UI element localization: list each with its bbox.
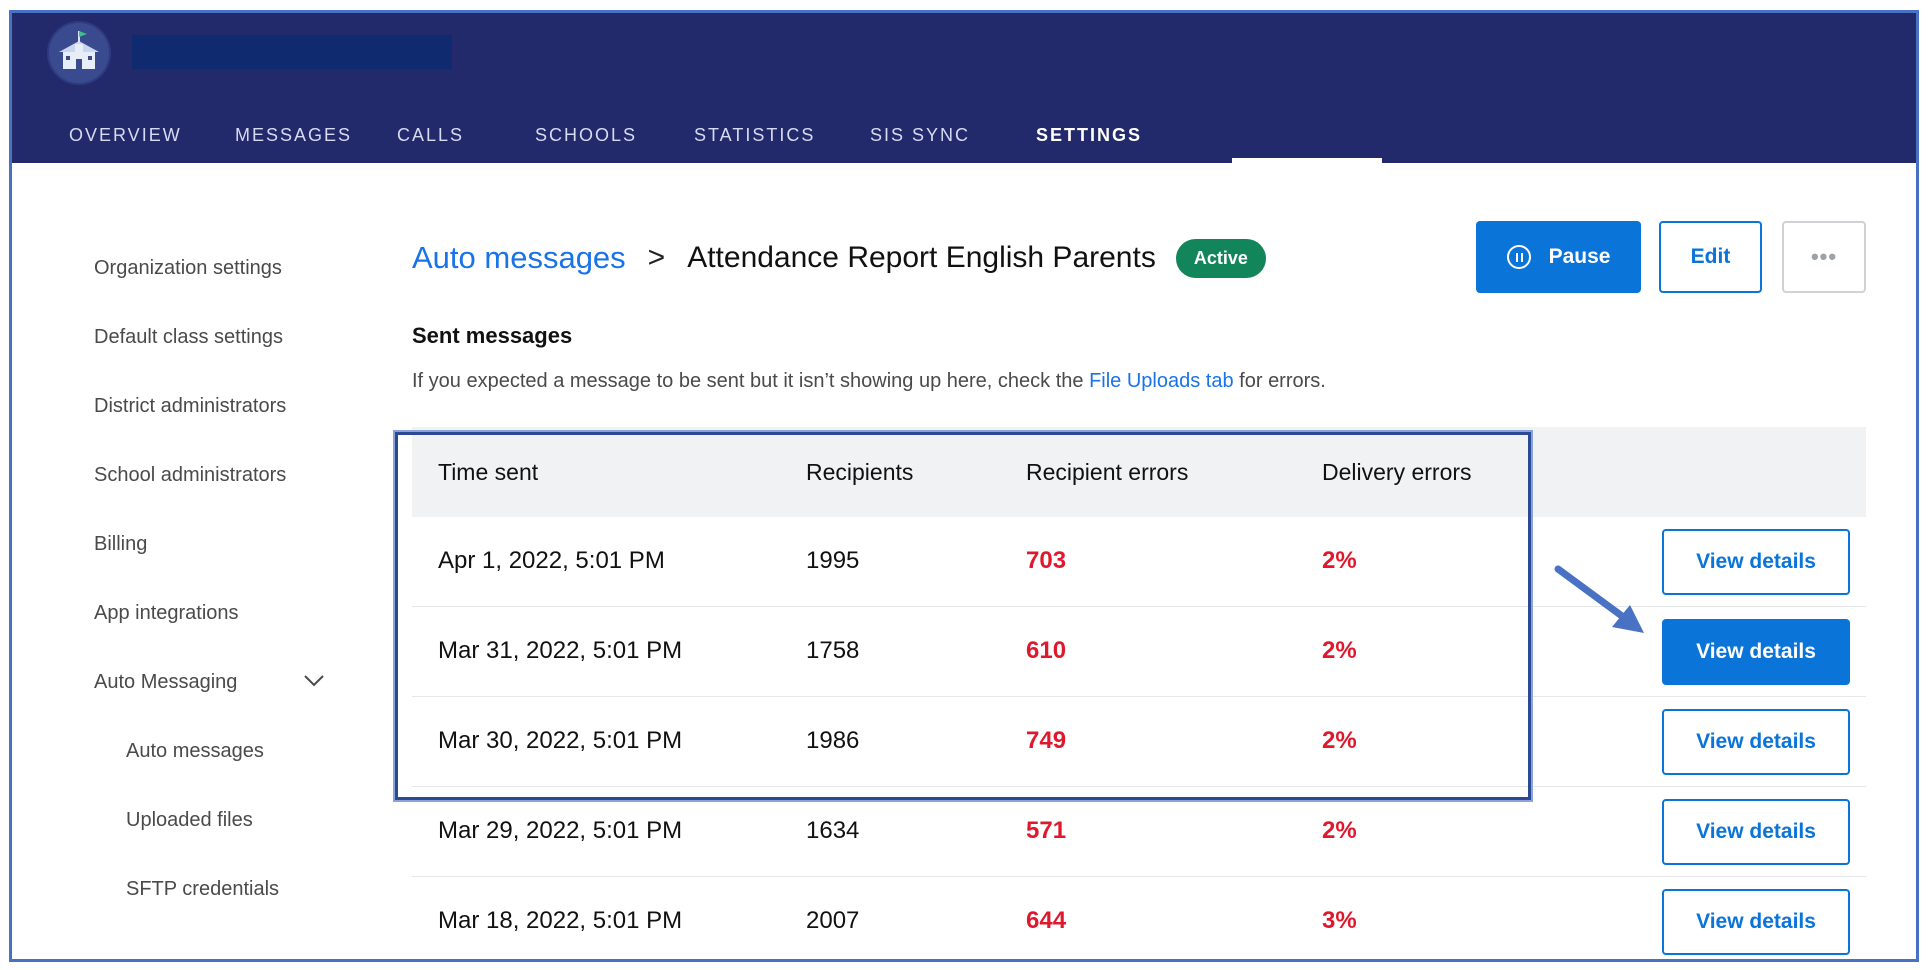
view-details-button[interactable]: View details <box>1662 889 1850 955</box>
cell-recipient-errors: 644 <box>1026 907 1067 934</box>
cell-time-sent: Mar 18, 2022, 5:01 PM <box>438 907 683 934</box>
pause-button-label: Pause <box>1548 245 1611 268</box>
sidebar-item-sftp-credentials[interactable]: SFTP credentials <box>126 878 279 901</box>
cell-recipients: 1634 <box>806 817 860 844</box>
edit-button-label: Edit <box>1690 245 1731 268</box>
main-nav: OVERVIEW MESSAGES CALLS SCHOOLS STATISTI… <box>12 113 1916 163</box>
sidebar-item-auto-messaging[interactable]: Auto Messaging <box>94 671 237 694</box>
cell-delivery-errors: 3% <box>1322 907 1357 934</box>
sidebar-item-district-administrators[interactable]: District administrators <box>94 395 286 418</box>
sidebar-item-organization-settings[interactable]: Organization settings <box>94 257 282 280</box>
sidebar-item-app-integrations[interactable]: App integrations <box>94 602 239 625</box>
cell-recipients: 2007 <box>806 907 860 934</box>
nav-schools[interactable]: SCHOOLS <box>535 113 637 163</box>
view-details-button[interactable]: View details <box>1662 799 1850 865</box>
sidebar-item-auto-messages[interactable]: Auto messages <box>126 740 264 763</box>
cell-recipient-errors: 571 <box>1026 817 1067 844</box>
nav-settings[interactable]: SETTINGS <box>1036 113 1142 163</box>
app-frame: OVERVIEW MESSAGES CALLS SCHOOLS STATISTI… <box>9 10 1919 962</box>
pause-icon <box>1506 245 1531 269</box>
section-note: If you expected a message to be sent but… <box>412 370 1326 393</box>
nav-calls[interactable]: CALLS <box>397 113 464 163</box>
active-tab-indicator <box>1232 158 1382 163</box>
cell-delivery-errors: 2% <box>1322 817 1357 844</box>
edit-button[interactable]: Edit <box>1659 221 1762 293</box>
redacted-organization-name <box>132 35 452 69</box>
view-details-button[interactable]: View details <box>1662 529 1850 595</box>
view-details-button[interactable]: View details <box>1662 619 1850 685</box>
pause-button[interactable]: Pause <box>1476 221 1641 293</box>
sidebar-item-uploaded-files[interactable]: Uploaded files <box>126 809 253 832</box>
annotation-highlight-box <box>395 432 1531 800</box>
page-title: Attendance Report English Parents <box>687 241 1156 274</box>
nav-statistics[interactable]: STATISTICS <box>694 113 815 163</box>
section-note-suffix: for errors. <box>1233 370 1326 392</box>
chevron-down-icon[interactable] <box>302 668 326 692</box>
table-row: Mar 18, 2022, 5:01 PM 2007 644 3% View d… <box>412 877 1866 959</box>
status-badge: Active <box>1175 238 1266 278</box>
table-row: Mar 29, 2022, 5:01 PM 1634 571 2% View d… <box>412 787 1866 877</box>
breadcrumb-auto-messages-link[interactable]: Auto messages <box>412 240 626 276</box>
sidebar-item-default-class-settings[interactable]: Default class settings <box>94 326 283 349</box>
nav-overview[interactable]: OVERVIEW <box>69 113 182 163</box>
annotation-arrow-icon <box>1554 565 1644 633</box>
more-icon: ••• <box>1810 244 1838 269</box>
section-title: Sent messages <box>412 323 573 348</box>
breadcrumb: Auto messages > Attendance Report Englis… <box>412 233 1266 283</box>
breadcrumb-separator-icon: > <box>647 241 666 274</box>
sidebar-item-billing[interactable]: Billing <box>94 533 147 556</box>
view-details-button[interactable]: View details <box>1662 709 1850 775</box>
school-logo-icon <box>47 21 111 85</box>
settings-sidebar: Organization settings Default class sett… <box>12 163 372 959</box>
file-uploads-tab-link[interactable]: File Uploads tab <box>1089 370 1234 392</box>
more-options-button[interactable]: ••• <box>1782 221 1866 293</box>
top-bar: OVERVIEW MESSAGES CALLS SCHOOLS STATISTI… <box>12 13 1916 163</box>
nav-sis-sync[interactable]: SIS SYNC <box>870 113 970 163</box>
cell-time-sent: Mar 29, 2022, 5:01 PM <box>438 817 683 844</box>
nav-messages[interactable]: MESSAGES <box>235 113 352 163</box>
section-note-text: If you expected a message to be sent but… <box>412 370 1090 392</box>
sidebar-item-school-administrators[interactable]: School administrators <box>94 464 286 487</box>
